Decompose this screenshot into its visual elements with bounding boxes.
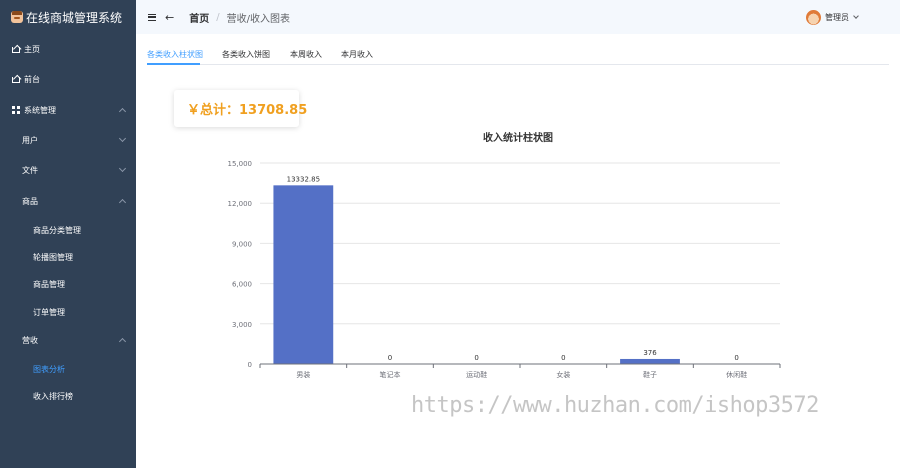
chevron-down-icon [118, 164, 127, 173]
x-tick-label: 笔记本 [380, 370, 401, 379]
chevron-up-icon [118, 107, 127, 116]
sidebar-item[interactable]: 收入排行榜 [0, 382, 136, 410]
bar-value-label: 376 [643, 349, 657, 357]
sidebar-item-label: 用户 [22, 135, 38, 145]
total-card: ￥总计：13708.85 [174, 90, 307, 127]
sidebar-item-label: 系统管理 [24, 105, 56, 115]
sidebar-item-label: 前台 [24, 74, 40, 84]
bar-value-label: 0 [474, 354, 478, 362]
chevron-up-icon [118, 337, 127, 346]
breadcrumb-home[interactable]: 首页 [189, 10, 209, 25]
avatar[interactable] [806, 10, 821, 25]
income-bar-chart: 收入统计柱状图 13332.85 0 0 0 376 0 0 3,000 6,000 9,000… [228, 131, 781, 379]
active-tab-indicator [147, 63, 200, 65]
sidebar-item[interactable]: 文件 [0, 156, 136, 184]
tab[interactable]: 各类收入饼图 [222, 49, 270, 60]
top-header: ← 首页 / 营收/收入图表 管理员 [136, 0, 900, 34]
y-tick-label: 15,000 [228, 160, 253, 168]
sidebar-item-label: 轮播图管理 [33, 252, 73, 262]
x-tick-label: 休闲鞋 [726, 370, 747, 379]
sidebar-item[interactable]: 商品 [0, 187, 136, 215]
x-tick-label: 鞋子 [643, 370, 657, 379]
sidebar-item-label: 主页 [24, 44, 40, 54]
y-tick-label: 0 [248, 361, 252, 369]
chevron-down-icon[interactable] [853, 13, 859, 19]
sidebar-item[interactable]: 商品分类管理 [0, 216, 136, 244]
sidebar-item[interactable]: 商品管理 [0, 270, 136, 298]
logo-icon [11, 11, 23, 23]
y-tick-label: 9,000 [232, 240, 252, 248]
sidebar-item[interactable]: 营收 [0, 326, 136, 354]
sidebar-item[interactable]: 轮播图管理 [0, 243, 136, 271]
app-title: 在线商城管理系统 [26, 10, 123, 25]
bar-value-label: 0 [561, 354, 565, 362]
total-amount: ￥总计：13708.85 [187, 103, 308, 118]
chevron-down-icon [118, 134, 127, 143]
tab[interactable]: 本月收入 [341, 49, 373, 60]
bar-value-label: 0 [734, 354, 738, 362]
home-icon [12, 47, 20, 53]
x-tick-label: 女装 [556, 370, 570, 379]
x-tick-label: 男装 [296, 370, 310, 379]
sidebar-item[interactable]: 主页 [0, 35, 136, 63]
chevron-up-icon [118, 198, 127, 207]
y-tick-label: 6,000 [232, 281, 252, 289]
bar[interactable] [620, 358, 680, 364]
sidebar-item[interactable]: 用户 [0, 126, 136, 154]
sidebar-item-label: 商品 [22, 196, 38, 206]
sidebar-item-label: 文件 [22, 165, 38, 175]
grid-icon [12, 106, 20, 114]
sidebar: 在线商城管理系统 主页前台系统管理用户文件商品商品分类管理 轮播图管理商品管理订单… [0, 0, 136, 468]
sidebar-item[interactable]: 订单管理 [0, 298, 136, 326]
brand[interactable]: 在线商城管理系统 [0, 0, 136, 34]
sidebar-item-label: 收入排行榜 [33, 391, 73, 401]
sidebar-item-label: 订单管理 [33, 307, 65, 317]
user-dropdown[interactable]: 管理员 [806, 10, 859, 25]
sidebar-item-label: 商品管理 [33, 279, 65, 289]
breadcrumb-separator: / [216, 11, 220, 23]
sidebar-item-label: 商品分类管理 [33, 225, 81, 235]
sidebar-item[interactable]: 前台 [0, 65, 136, 93]
x-tick-label: 运动鞋 [466, 370, 487, 379]
home-icon [12, 77, 20, 83]
chart-grid [260, 162, 780, 325]
sidebar-item[interactable]: 图表分析 [0, 355, 136, 383]
bar[interactable] [273, 185, 334, 364]
sidebar-item-label: 图表分析 [33, 364, 65, 374]
app-root: 在线商城管理系统 主页前台系统管理用户文件商品商品分类管理 轮播图管理商品管理订单… [0, 0, 900, 468]
breadcrumb-current: 营收/收入图表 [226, 13, 290, 25]
chart-title: 收入统计柱状图 [483, 131, 553, 144]
watermark: https://www.huzhan.com/ishop3572 [411, 393, 819, 418]
tab[interactable]: 本周收入 [290, 49, 322, 60]
back-arrow-icon[interactable]: ← [165, 12, 174, 23]
bar-value-label: 0 [388, 354, 392, 362]
tab[interactable]: 各类收入柱状图 [147, 49, 203, 60]
bar-value-label: 13332.85 [287, 175, 320, 183]
sidebar-item-label: 营收 [22, 335, 38, 345]
y-tick-label: 12,000 [228, 200, 253, 208]
hamburger-icon[interactable] [148, 13, 156, 21]
sidebar-item[interactable]: 系统管理 [0, 96, 136, 124]
chart-tabs: 各类收入柱状图 各类收入饼图 本周收入 本月收入 [147, 44, 889, 65]
y-tick-label: 3,000 [232, 321, 252, 329]
user-name[interactable]: 管理员 [825, 12, 849, 23]
